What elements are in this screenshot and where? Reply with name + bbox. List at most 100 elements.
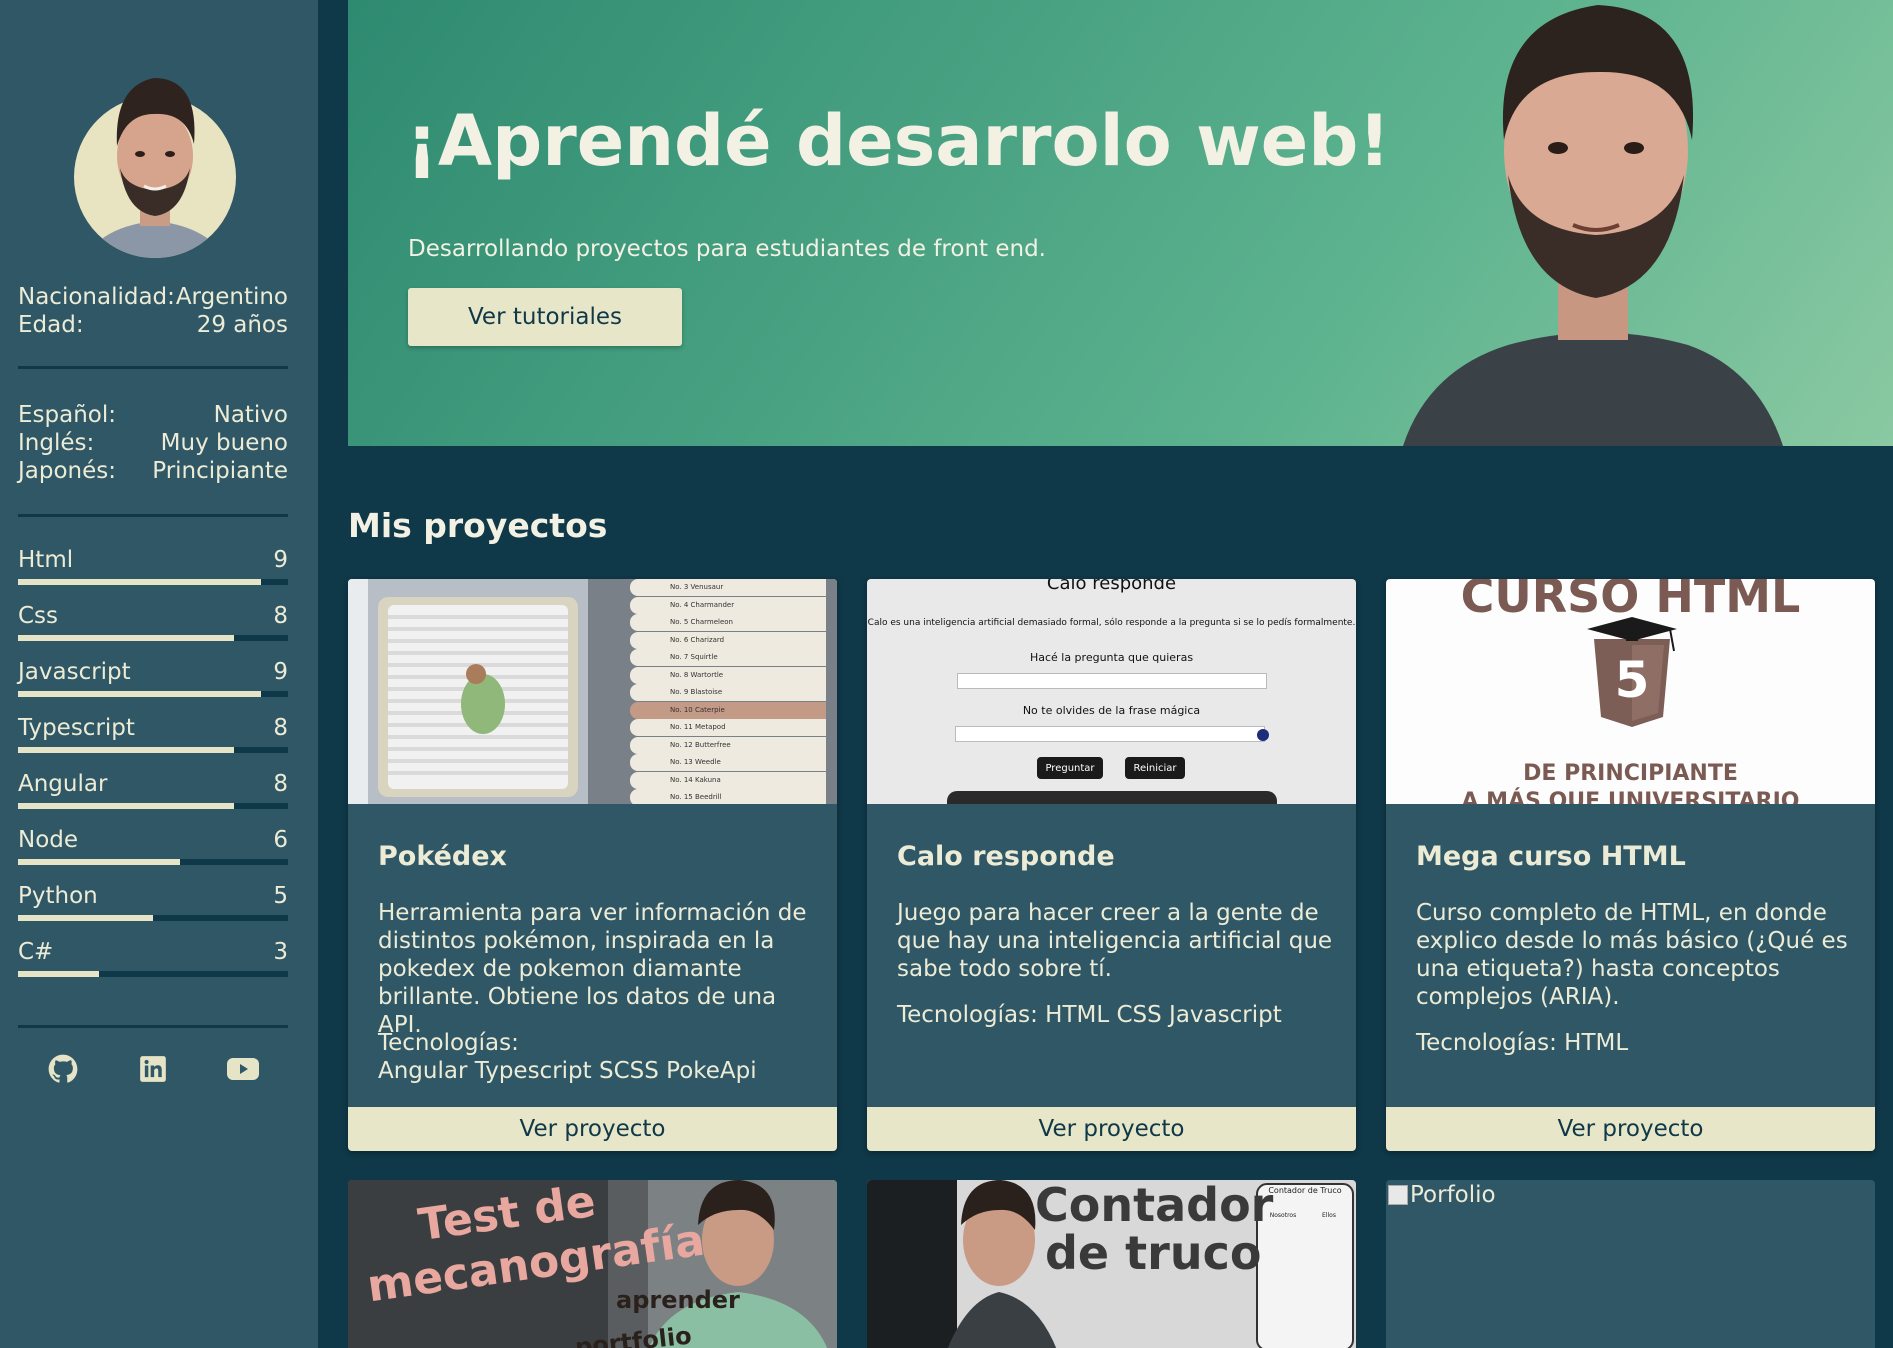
divider: [18, 1025, 288, 1028]
skill-bar-fill: [18, 915, 153, 921]
skill-bar: [18, 635, 288, 641]
magic-phrase-input[interactable]: [955, 726, 1265, 742]
info-label: Edad:: [18, 312, 84, 338]
info-icon[interactable]: [1257, 729, 1269, 741]
pokemon-list-item[interactable]: No. 6 Charizard: [630, 631, 826, 649]
thumb-col-1: Nosotros: [1269, 1212, 1297, 1219]
answer-panel: [947, 791, 1277, 804]
project-technologies: Tecnologías: Angular Typescript SCSS Pok…: [378, 1029, 818, 1085]
language-row-english: Inglés: Muy bueno: [18, 429, 288, 457]
broken-image: Porfolio: [1388, 1182, 1496, 1208]
thumb-heading: Calo responde: [1046, 579, 1177, 594]
project-description: Curso completo de HTML, en donde explico…: [1416, 900, 1848, 1010]
skill-bar-fill: [18, 691, 261, 697]
project-card-calo-responde: Calo responde Calo es una inteligencia a…: [867, 579, 1356, 1151]
thumb-word-1: aprender: [616, 1286, 740, 1314]
skill-bar: [18, 915, 288, 921]
hero-portrait: [1308, 0, 1893, 446]
skill-bar-fill: [18, 747, 234, 753]
thumb-intro: Calo es una inteligencia artificial dema…: [867, 618, 1356, 628]
pokemon-list-item[interactable]: No. 15 Beedrill: [630, 789, 826, 804]
skill-bar-fill: [18, 971, 99, 977]
pokemon-list-item-selected[interactable]: No. 10 Caterpie: [630, 701, 826, 719]
skill-angular: Angular 8: [18, 770, 288, 826]
skill-bar: [18, 971, 288, 977]
language-label: Español:: [18, 402, 116, 428]
github-icon[interactable]: [46, 1052, 80, 1086]
skill-bar: [18, 747, 288, 753]
ask-button[interactable]: Preguntar: [1037, 757, 1103, 779]
hero-subtitle: Desarrollando proyectos para estudiantes…: [408, 236, 1046, 262]
skill-name: Node: [18, 827, 79, 853]
image-alt-text: Porfolio: [1410, 1182, 1496, 1208]
skill-bar: [18, 803, 288, 809]
project-card-pokedex: No. 3 Venusaur No. 4 Charmander No. 5 Ch…: [348, 579, 837, 1151]
project-card-truco-counter: Contador de truco Contador de Truco Noso…: [867, 1180, 1356, 1348]
language-label: Japonés:: [18, 458, 117, 484]
view-project-button[interactable]: Ver proyecto: [867, 1107, 1356, 1151]
skill-html: Html 9: [18, 546, 288, 602]
thumb-title-1: Contador: [1035, 1180, 1274, 1232]
question-input[interactable]: [957, 673, 1267, 689]
pokemon-list-item[interactable]: No. 7 Squirtle: [630, 649, 826, 666]
skill-csharp: C# 3: [18, 938, 288, 994]
profile-avatar: [74, 56, 236, 258]
divider: [18, 366, 288, 369]
html5-badge: 5: [1614, 651, 1650, 709]
youtube-icon[interactable]: [226, 1052, 260, 1086]
thumb-title-2: de truco: [1045, 1226, 1262, 1280]
pokemon-list-item[interactable]: No. 3 Venusaur: [630, 579, 826, 596]
hero-title: ¡Aprendé desarrolo web!: [406, 100, 1391, 182]
thumb-question-label: Hacé la pregunta que quieras: [1029, 651, 1194, 664]
pokemon-list-item[interactable]: No. 11 Metapod: [630, 719, 826, 736]
skill-name: Html: [18, 547, 74, 573]
language-level: Muy bueno: [160, 430, 288, 456]
pokemon-list-item[interactable]: No. 8 Wartortle: [630, 666, 826, 684]
view-project-button[interactable]: Ver proyecto: [1386, 1107, 1875, 1151]
skill-bar: [18, 579, 288, 585]
pokemon-list-item[interactable]: No. 5 Charmeleon: [630, 614, 826, 631]
skill-bar-fill: [18, 635, 234, 641]
skill-name: C#: [18, 939, 54, 965]
skill-node: Node 6: [18, 826, 288, 882]
info-value: Argentino: [175, 284, 288, 310]
thumb-panel-title: Contador de Truco: [1268, 1186, 1342, 1195]
project-technologies: Tecnologías: HTML: [1416, 1030, 1629, 1056]
view-tutorials-button[interactable]: Ver tutoriales: [408, 288, 682, 346]
projects-heading: Mis proyectos: [348, 506, 608, 545]
language-info: Español: Nativo Inglés: Muy bueno Japoné…: [18, 401, 288, 485]
reset-button[interactable]: Reiniciar: [1125, 757, 1185, 779]
thumb-line-2: A MÁS QUE UNIVERSITARIO: [1461, 789, 1800, 804]
linkedin-icon[interactable]: [136, 1052, 170, 1086]
project-card-typing-test: Test de mecanografía aprender portfolio …: [348, 1180, 837, 1348]
skill-level: 8: [273, 771, 288, 797]
skill-level: 9: [273, 659, 288, 685]
pokemon-list-item[interactable]: No. 9 Blastoise: [630, 684, 826, 701]
skill-name: Typescript: [18, 715, 135, 741]
html-course-thumbnail: CURSO HTML 5 DE PRINCIPIANTE A MÁS QUE U…: [1386, 579, 1875, 804]
social-links: [18, 1052, 288, 1086]
pokemon-list-item[interactable]: No. 4 Charmander: [630, 596, 826, 614]
skills-list: Html 9 Css 8 Javascript 9 Typescript 8 Angul…: [18, 546, 288, 994]
skill-name: Css: [18, 603, 59, 629]
pokemon-list-item[interactable]: No. 13 Weedle: [630, 754, 826, 771]
tech-label: Tecnologías:: [378, 1030, 519, 1056]
view-project-button[interactable]: Ver proyecto: [348, 1107, 837, 1151]
skill-bar: [18, 859, 288, 865]
info-row-age: Edad: 29 años: [18, 311, 288, 339]
skill-level: 8: [273, 715, 288, 741]
skill-bar: [18, 691, 288, 697]
skill-bar-fill: [18, 859, 180, 865]
skill-javascript: Javascript 9: [18, 658, 288, 714]
personal-info: Nacionalidad: Argentino Edad: 29 años: [18, 283, 288, 339]
project-card-mega-curso-html: CURSO HTML 5 DE PRINCIPIANTE A MÁS QUE U…: [1386, 579, 1875, 1151]
skill-bar-fill: [18, 803, 234, 809]
skill-css: Css 8: [18, 602, 288, 658]
pokemon-list-item[interactable]: No. 14 Kakuna: [630, 771, 826, 789]
calo-responde-thumbnail: Calo responde Calo es una inteligencia a…: [867, 579, 1356, 804]
pokemon-list-item[interactable]: No. 12 Butterfree: [630, 736, 826, 754]
skill-name: Angular: [18, 771, 108, 797]
thumb-magic-label: No te olvides de la frase mágica: [1022, 704, 1201, 717]
thumb-line-1: DE PRINCIPIANTE: [1523, 761, 1738, 786]
info-value: 29 años: [196, 312, 288, 338]
